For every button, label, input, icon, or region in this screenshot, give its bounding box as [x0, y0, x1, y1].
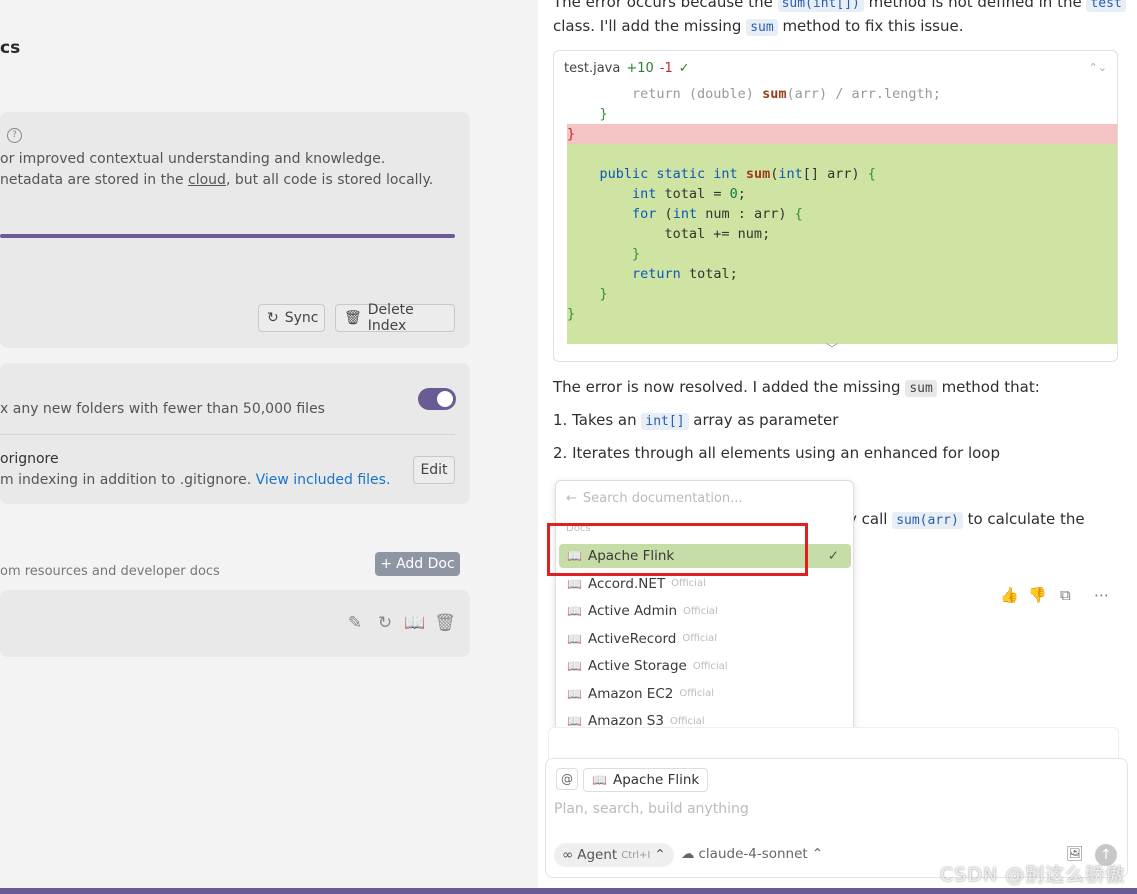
cloud-link[interactable]: cloud	[188, 172, 226, 188]
code-lines: return (double) sum(arr) / arr.length; }…	[567, 84, 1117, 344]
code-diff-block: test.java +10 -1 ✓ ⌃⌄ return (double) su…	[553, 50, 1118, 362]
check-icon: ✓	[827, 548, 839, 564]
doc-row	[0, 590, 470, 657]
docs-dropdown-item[interactable]: 📖 Active Storage Official	[559, 654, 851, 678]
docs-item-label: Accord.NET	[587, 575, 666, 592]
trash-icon[interactable]: 🗑	[434, 612, 456, 634]
docs-dropdown-item[interactable]: 📖 Active Admin Official	[559, 599, 851, 623]
more-icon[interactable]: ⋯	[1094, 586, 1109, 604]
official-badge: Official	[671, 578, 706, 589]
model-icon: ☁	[681, 846, 695, 862]
official-badge: Official	[683, 605, 718, 617]
book-icon: 📖	[567, 659, 582, 673]
thumbs-down-icon[interactable]: 👎	[1028, 586, 1047, 604]
list-item: 2. Iterates through all elements using a…	[553, 444, 1000, 462]
refresh-icon: ↻	[267, 310, 279, 326]
docs-search-input[interactable]: ← Search documentation...	[566, 491, 743, 506]
official-badge: Official	[679, 688, 715, 699]
plus-icon: +	[380, 556, 393, 572]
docs-dropdown-item[interactable]: 📖 Amazon EC2 Official	[559, 682, 851, 706]
add-doc-button[interactable]: + Add Doc	[375, 552, 460, 576]
infinity-icon: ∞	[562, 847, 574, 863]
ignore-file-title: orignore	[0, 451, 59, 467]
model-selector[interactable]: ☁ claude-4-sonnet ⌃	[681, 846, 823, 862]
chevron-up-icon: ⌃	[811, 846, 824, 862]
composer-attachment-area	[548, 727, 1119, 760]
expand-collapse-icon[interactable]: ⌃⌄	[1089, 61, 1107, 74]
docs-dropdown-item[interactable]: 📖 ActiveRecord Official	[559, 627, 851, 651]
auto-index-toggle[interactable]	[418, 388, 456, 410]
divider	[0, 434, 455, 435]
chat-input[interactable]: Plan, search, build anything	[554, 801, 749, 817]
indexing-privacy-note: netadata are stored in the cloud, but al…	[0, 172, 434, 188]
book-icon: 📖	[567, 604, 582, 618]
docs-item-label: Amazon EC2	[587, 685, 674, 702]
view-included-files-link[interactable]: View included files.	[256, 472, 391, 488]
auto-index-description: x any new folders with fewer than 50,000…	[0, 401, 325, 417]
copy-icon[interactable]: ⧉	[1060, 586, 1071, 604]
book-icon: 📖	[567, 576, 582, 591]
chat-paragraph: The error is now resolved. I added the m…	[553, 378, 1040, 397]
sync-button[interactable]: ↻ Sync	[258, 304, 325, 332]
delete-index-button[interactable]: 🗑 Delete Index	[335, 302, 455, 334]
context-chip[interactable]: 📖 Apache Flink	[583, 768, 709, 792]
book-icon: 📖	[567, 714, 582, 728]
page-title: cs	[0, 38, 21, 58]
check-icon: ✓	[678, 61, 690, 76]
chat-paragraph: class. I'll add the missing sum method t…	[553, 17, 964, 36]
lines-added: +10	[626, 61, 654, 76]
pencil-icon[interactable]: ✎	[344, 612, 366, 634]
code-file-header[interactable]: test.java +10 -1 ✓	[564, 61, 690, 76]
chevron-up-icon: ⌃	[654, 847, 666, 863]
help-icon[interactable]: ?	[7, 128, 22, 143]
book-icon[interactable]: 📖	[404, 612, 426, 634]
watermark: CSDN @别这么骄傲	[940, 864, 1126, 886]
book-icon: 📖	[567, 686, 582, 701]
edit-ignore-button[interactable]: Edit	[413, 456, 455, 484]
list-item: 1. Takes an int[] array as parameter	[553, 411, 839, 430]
status-bar	[0, 888, 1137, 894]
mention-button[interactable]: @	[556, 768, 578, 790]
indexing-progress-bar	[0, 234, 455, 238]
book-icon: 📖	[567, 631, 582, 646]
chevron-down-icon[interactable]: ﹀	[826, 340, 838, 357]
file-name: test.java	[564, 61, 621, 76]
docs-item-label: ActiveRecord	[587, 630, 677, 647]
official-badge: Official	[692, 660, 728, 672]
ignore-file-description: m indexing in addition to .gitignore. Vi…	[0, 472, 391, 488]
trash-icon: 🗑	[344, 310, 362, 326]
official-badge: Official	[669, 715, 705, 727]
docs-item-label: Active Storage	[587, 658, 687, 674]
indexing-description: or improved contextual understanding and…	[0, 151, 386, 167]
chat-paragraph: The error occurs because the sum(int[]) …	[553, 0, 1126, 12]
official-badge: Official	[682, 633, 718, 644]
list-item: y call sum(arr) to calculate the	[848, 510, 1085, 529]
highlight-box	[547, 523, 808, 576]
book-icon: 📖	[592, 773, 607, 787]
agent-mode-selector[interactable]: ∞ Agent Ctrl+I ⌃	[554, 843, 674, 867]
thumbs-up-icon[interactable]: 👍	[1000, 586, 1019, 604]
arrow-left-icon[interactable]: ←	[566, 491, 577, 506]
docs-description: om resources and developer docs	[0, 564, 220, 579]
docs-item-label: Active Admin	[587, 603, 678, 619]
refresh-icon[interactable]: ↻	[374, 612, 396, 634]
lines-removed: -1	[659, 61, 673, 76]
